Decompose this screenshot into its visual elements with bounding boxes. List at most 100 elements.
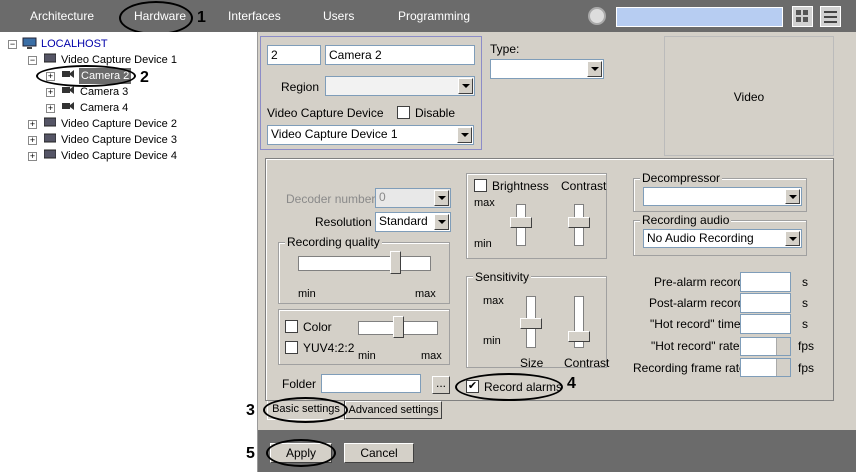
rec-frame-rate-spinner[interactable]: [776, 359, 790, 376]
sensitivity-max-label: max: [483, 295, 504, 307]
hardware-tree: − LOCALHOST − Video Capture Device 1 + C…: [0, 32, 258, 472]
region-label: Region: [281, 80, 320, 94]
camera-icon: [62, 86, 74, 94]
recording-quality-track: [298, 256, 431, 271]
rec-frame-rate-unit: fps: [798, 361, 815, 375]
brightness-checkbox[interactable]: [474, 179, 487, 192]
tab-interfaces[interactable]: Interfaces: [228, 9, 281, 23]
brightness-min-label: min: [474, 238, 492, 250]
vcd-label: Video Capture Device: [267, 106, 384, 120]
hot-time-input[interactable]: [740, 314, 791, 334]
tree-item-vcd4[interactable]: Video Capture Device 4: [61, 148, 177, 164]
collapse-icon[interactable]: −: [28, 56, 37, 65]
expand-icon[interactable]: +: [46, 104, 55, 113]
computer-icon: [22, 37, 37, 49]
record-alarms-highlight: [455, 373, 563, 401]
callout-1: 1: [197, 9, 206, 26]
brightness-slider[interactable]: [510, 217, 532, 228]
folder-input[interactable]: [321, 374, 421, 393]
tree-root-localhost[interactable]: LOCALHOST: [41, 36, 108, 52]
resolution-label: Resolution: [315, 215, 372, 229]
hot-time-label: "Hot record" time: [650, 317, 741, 331]
tab-advanced-settings[interactable]: Advanced settings: [345, 401, 442, 419]
disable-checkbox[interactable]: [397, 106, 410, 119]
video-preview: Video: [664, 36, 834, 156]
expand-icon[interactable]: +: [28, 152, 37, 161]
tab-programming[interactable]: Programming: [398, 9, 470, 23]
folder-browse-button[interactable]: ...: [432, 376, 450, 394]
type-select[interactable]: [490, 59, 604, 79]
cancel-button[interactable]: Cancel: [344, 443, 414, 463]
tree-item-vcd3[interactable]: Video Capture Device 3: [61, 132, 177, 148]
capture-device-icon: [44, 53, 56, 63]
settings-panel: 2 Camera 2 Region Video Capture Device D…: [246, 32, 856, 472]
decompressor-label: Decompressor: [640, 171, 723, 185]
prealarm-label: Pre-alarm record: [654, 275, 745, 289]
size-label: Size: [520, 356, 544, 370]
search-input[interactable]: [616, 7, 783, 27]
yuv-checkbox[interactable]: [285, 341, 298, 354]
tab-users[interactable]: Users: [323, 9, 354, 23]
disable-label: Disable: [415, 106, 456, 120]
decoder-number-select[interactable]: 0: [375, 188, 451, 208]
sensitivity-min-label: min: [483, 335, 501, 347]
postalarm-input[interactable]: [740, 293, 791, 313]
vcd-select[interactable]: Video Capture Device 1: [267, 125, 474, 145]
quality-max-label: max: [415, 288, 436, 300]
callout-2: 2: [140, 69, 149, 86]
hot-rate-spinner[interactable]: [776, 338, 790, 355]
callout-4: 4: [567, 375, 576, 392]
decompressor-select[interactable]: [643, 187, 802, 206]
camera-id-field[interactable]: 2: [267, 45, 321, 65]
recording-quality-label: Recording quality: [285, 235, 382, 249]
callout-5: 5: [246, 445, 255, 462]
quality-min-label: min: [298, 288, 316, 300]
hot-rate-input[interactable]: [740, 337, 791, 356]
sensitivity-label: Sensitivity: [473, 270, 532, 284]
hot-rate-unit: fps: [798, 339, 815, 353]
expand-icon[interactable]: +: [46, 88, 55, 97]
prealarm-input[interactable]: [740, 272, 791, 292]
postalarm-label: Post-alarm record: [649, 296, 745, 310]
apply-highlight: [266, 439, 336, 467]
tab-architecture[interactable]: Architecture: [30, 9, 94, 23]
size-slider[interactable]: [520, 318, 542, 329]
expand-icon[interactable]: +: [28, 136, 37, 145]
recording-quality-slider[interactable]: [390, 251, 401, 274]
menu-icon[interactable]: [820, 6, 841, 27]
contrast-slider[interactable]: [568, 217, 590, 228]
brightness-max-label: max: [474, 197, 495, 209]
color-min-label: min: [358, 350, 376, 362]
color-checkbox[interactable]: [285, 320, 298, 333]
recording-audio-label: Recording audio: [640, 213, 732, 227]
hot-rate-label: "Hot record" rate: [651, 339, 740, 353]
prealarm-unit: s: [802, 275, 808, 289]
color-slider[interactable]: [393, 316, 404, 338]
tree-item-camera4[interactable]: Camera 4: [80, 100, 128, 116]
hot-time-unit: s: [802, 317, 808, 331]
capture-device-icon: [44, 133, 56, 143]
folder-label: Folder: [282, 377, 317, 391]
recording-audio-select[interactable]: No Audio Recording: [643, 229, 802, 248]
camera-icon: [62, 102, 74, 110]
tree-item-vcd2[interactable]: Video Capture Device 2: [61, 116, 177, 132]
expand-icon[interactable]: +: [28, 120, 37, 129]
capture-device-icon: [44, 149, 56, 159]
basic-settings-highlight: [263, 397, 348, 423]
sens-contrast-slider[interactable]: [568, 331, 590, 342]
gear-icon[interactable]: [588, 7, 606, 25]
camera-name-field[interactable]: Camera 2: [325, 45, 475, 65]
tree-item-camera3[interactable]: Camera 3: [80, 84, 128, 100]
hardware-tab-highlight: [119, 1, 193, 35]
contrast-label: Contrast: [561, 179, 607, 193]
resolution-select[interactable]: Standard: [375, 212, 451, 232]
collapse-icon[interactable]: −: [8, 40, 17, 49]
callout-3: 3: [246, 402, 255, 419]
color-max-label: max: [421, 350, 442, 362]
sens-contrast-label: Contrast: [564, 356, 610, 370]
rec-frame-rate-input[interactable]: [740, 358, 791, 377]
region-select[interactable]: [325, 76, 475, 96]
grid-icon[interactable]: [792, 6, 813, 27]
rec-frame-rate-label: Recording frame rate: [633, 361, 746, 375]
decoder-number-label: Decoder number: [286, 192, 376, 206]
